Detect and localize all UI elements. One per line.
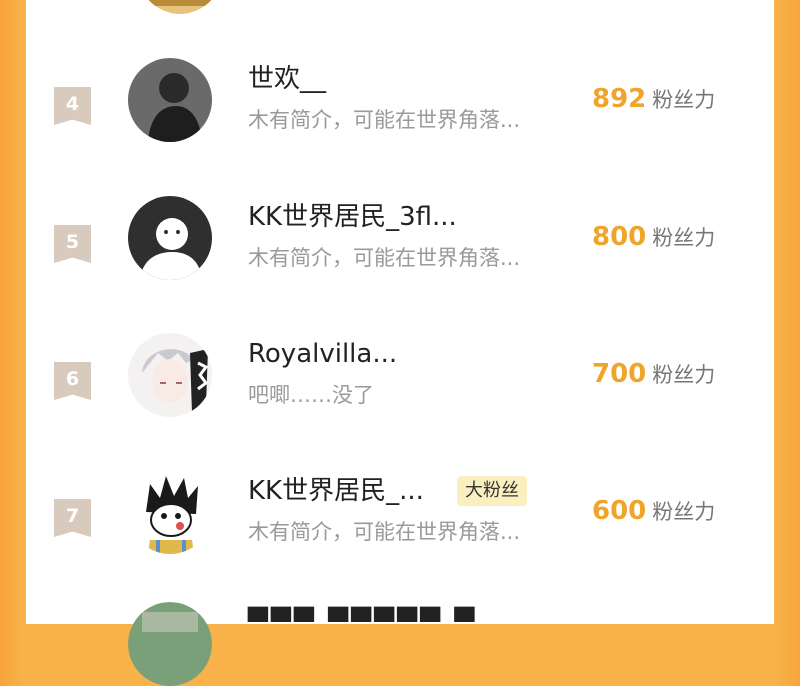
fan-power: 600 粉丝力 [592,492,715,530]
ranking-row[interactable]: 4 世欢__ 木有简介，可能在世界角落... 892 粉丝力 [26,58,774,168]
fan-power: 892 粉丝力 [592,80,715,118]
user-bio: 木有简介，可能在世界角落... [248,246,521,270]
fan-power-value: 700 [592,359,647,389]
big-fan-badge: 大粉丝 [457,476,527,506]
avatar[interactable] [138,0,222,14]
avatar[interactable] [128,58,212,142]
rank-badge: 6 [54,362,91,400]
ranking-row[interactable]: 6 Royalvilla... 吧唧……没了 700 粉丝力 [26,333,774,443]
avatar[interactable] [128,470,212,554]
fan-power-value: 600 [592,496,647,526]
avatar[interactable] [128,333,212,417]
ranking-row[interactable]: 7 KK世界居民_... 大粉丝 木有简介，可能在世界角落... 600 粉丝力 [26,470,774,580]
user-name[interactable]: 世欢__ [248,62,326,96]
user-bio: 吧唧……没了 [248,383,374,407]
rank-badge: 4 [54,87,91,125]
fan-power-unit: 粉丝力 [652,363,716,387]
user-name[interactable]: ▀▀▀ ▀▀▀▀▀ ▀ [248,606,478,640]
fan-power: 700 粉丝力 [592,355,715,393]
user-name[interactable]: Royalvilla... [248,337,397,371]
ranking-row[interactable]: 5 KK世界居民_3fl... 木有简介，可能在世界角落... 800 粉丝力 [26,196,774,306]
avatar[interactable] [128,602,212,686]
user-name[interactable]: KK世界居民_3fl... [248,200,457,234]
fan-power-value: 800 [592,222,647,252]
user-name[interactable]: KK世界居民_... [248,474,424,508]
fan-power-value: 892 [592,84,647,114]
fan-power: 800 粉丝力 [592,218,715,256]
fan-power-unit: 粉丝力 [652,226,716,250]
rank-badge: 7 [54,499,91,537]
fan-power-unit: 粉丝力 [652,500,716,524]
rank-badge: 5 [54,225,91,263]
user-bio: 木有简介，可能在世界角落... [248,520,521,544]
fan-power-unit: 粉丝力 [652,88,716,112]
fan-ranking-list: 4 世欢__ 木有简介，可能在世界角落... 892 粉丝力 5 KK世界居民_… [26,0,774,686]
avatar[interactable] [128,196,212,280]
user-bio: 木有简介，可能在世界角落... [248,108,521,132]
